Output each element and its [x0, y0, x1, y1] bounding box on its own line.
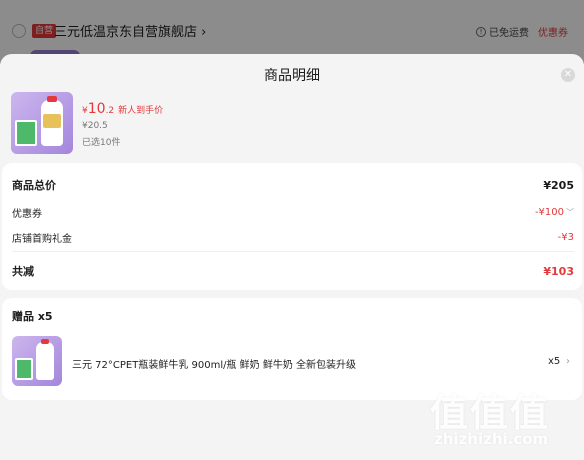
divider — [12, 251, 574, 252]
shop-gift-money-value: -¥3 — [557, 232, 574, 243]
total-price-label: 商品总价 — [12, 179, 56, 192]
coupon-row[interactable]: 优惠券 -¥100 ﹀ — [12, 205, 574, 220]
selected-quantity: 已选10件 — [82, 138, 121, 148]
sheet-title: 商品明细 — [264, 68, 320, 84]
watermark-url: zhizhizhi.com — [434, 430, 549, 448]
price-integer: 10 — [87, 101, 106, 117]
price-breakdown-card: 商品总价 ¥205 优惠券 -¥100 ﹀ 店铺首购礼金 -¥3 共减 ¥103 — [2, 163, 582, 290]
chevron-down-icon: ﹀ — [566, 208, 574, 217]
new-user-price: ¥ 10 .2 新人到手价 — [82, 101, 164, 117]
chevron-right-icon[interactable]: › — [566, 356, 570, 367]
gift-item-image — [12, 336, 62, 386]
price-tag: 新人到手价 — [118, 106, 164, 116]
total-reduce-row: 共减 ¥103 — [12, 263, 574, 279]
shop-gift-money-label: 店铺首购礼金 — [12, 234, 72, 245]
gift-item-name[interactable]: 三元 72°CPET瓶装鲜牛乳 900ml/瓶 鲜奶 鲜牛奶 全新包装升级 — [72, 356, 356, 371]
product-image — [11, 92, 73, 154]
coupon-label: 优惠券 — [12, 209, 42, 220]
coupon-value: -¥100 — [534, 207, 564, 218]
close-icon: ✕ — [563, 69, 573, 80]
price-decimal: .2 — [105, 106, 115, 116]
total-price-value: ¥205 — [543, 178, 574, 192]
total-reduce-value: ¥103 — [543, 264, 574, 278]
close-button[interactable]: ✕ — [561, 68, 575, 82]
watermark-logo: 值值值 — [430, 391, 551, 435]
total-reduce-label: 共减 — [12, 265, 34, 278]
total-price-row: 商品总价 ¥205 — [12, 177, 574, 193]
shop-gift-money-row: 店铺首购礼金 -¥3 — [12, 230, 574, 245]
coupon-value-wrap: -¥100 ﹀ — [535, 207, 574, 218]
gift-title: 赠品 x5 — [12, 310, 53, 323]
original-price: ¥20.5 — [82, 121, 108, 131]
gift-item-quantity: x5 — [548, 356, 561, 367]
